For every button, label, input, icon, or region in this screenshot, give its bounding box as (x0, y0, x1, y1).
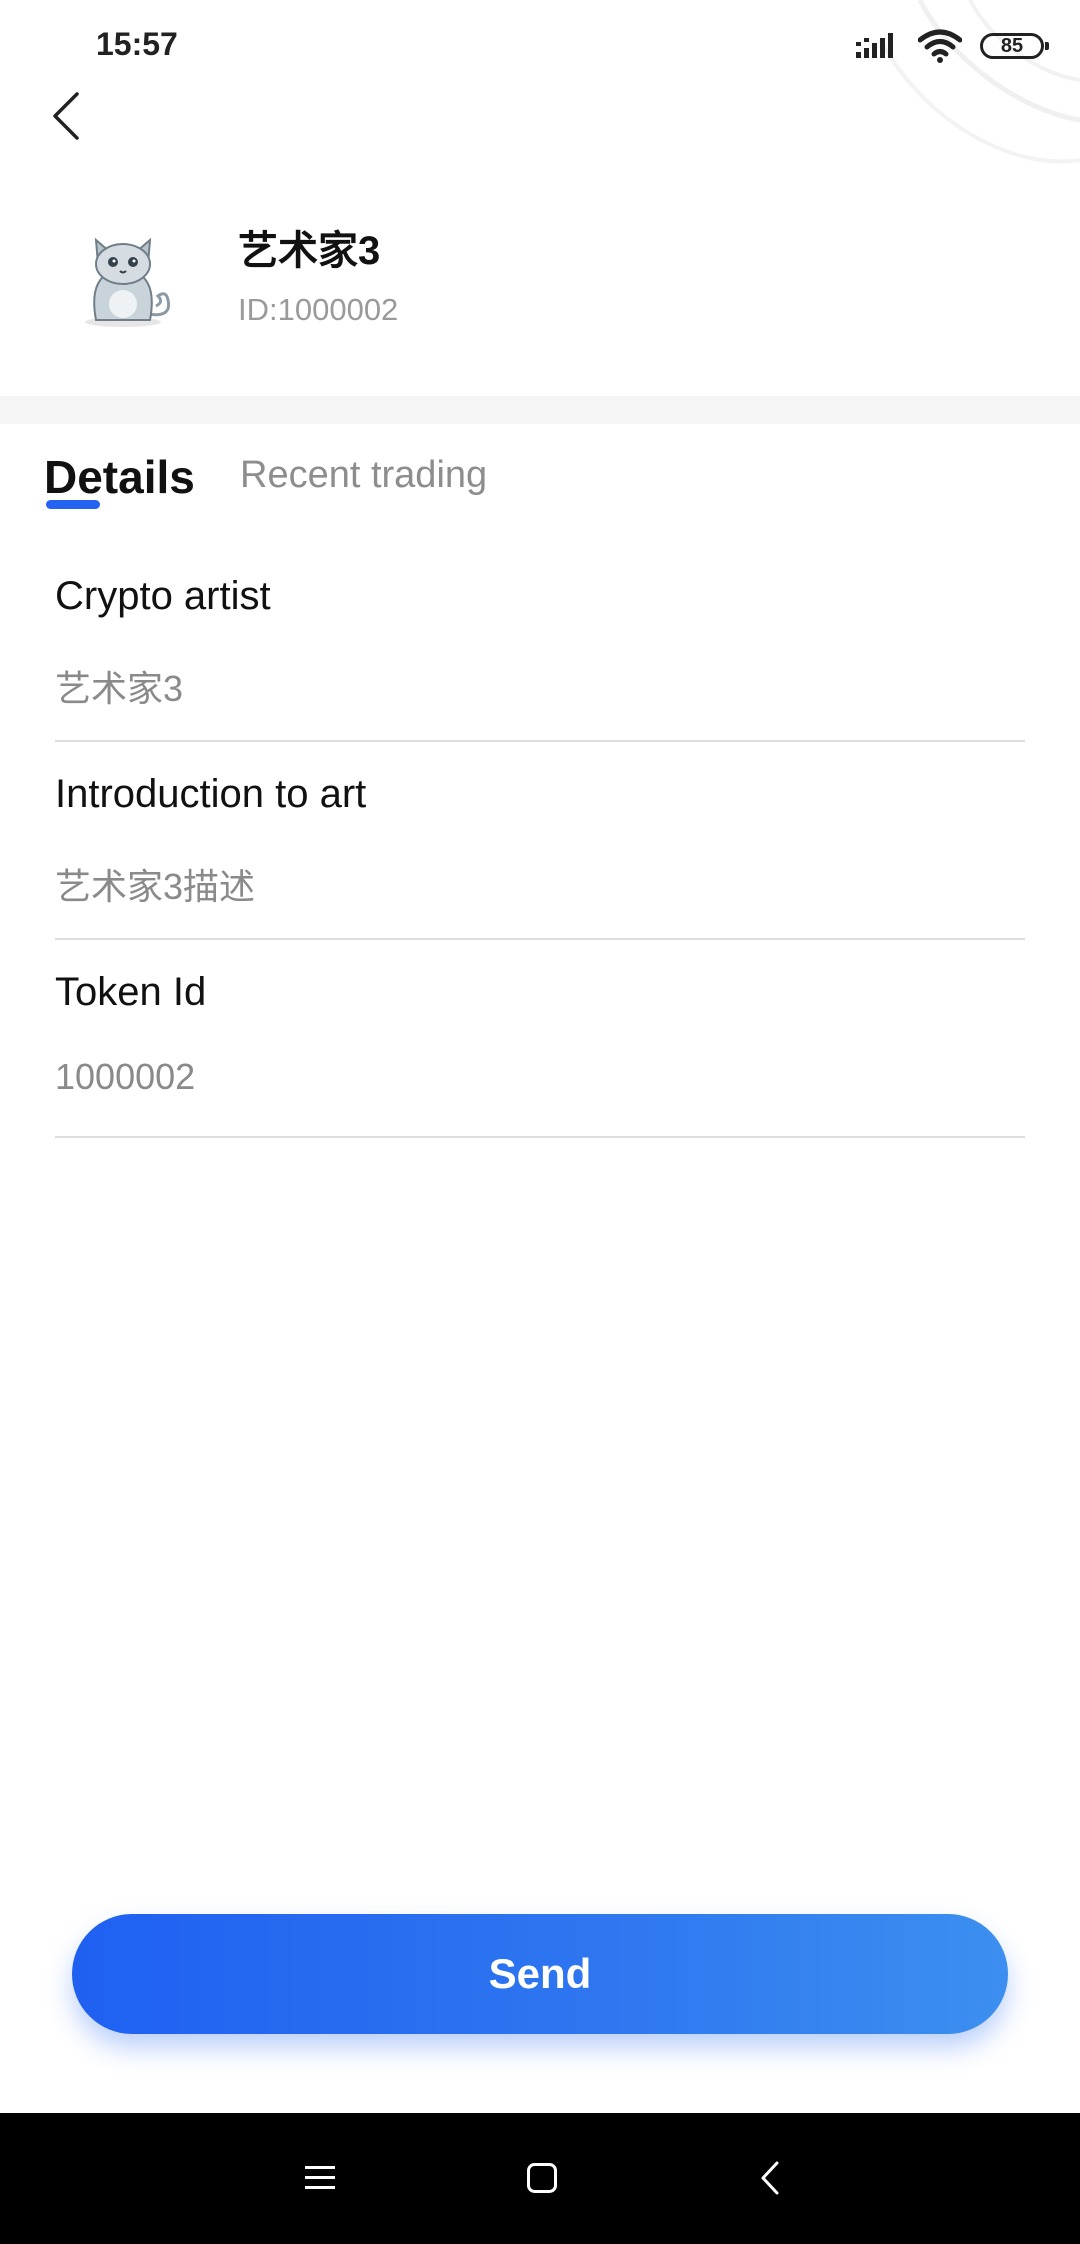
field-label: Crypto artist (55, 574, 271, 618)
field-token-id: Token Id 1000002 (55, 940, 1025, 1138)
home-square-icon (527, 2163, 557, 2193)
section-divider (0, 396, 1080, 424)
battery-icon: 85 (980, 33, 1049, 59)
system-navigation-bar (0, 2113, 1080, 2244)
signal-icon (856, 33, 893, 58)
nav-back-button[interactable] (740, 2153, 800, 2203)
artist-profile-header: 艺术家3 ID:1000002 (0, 190, 1080, 396)
status-icons: 85 (856, 26, 1049, 66)
back-triangle-icon (761, 2161, 779, 2195)
status-time: 15:57 (96, 26, 178, 62)
active-tab-indicator (46, 500, 100, 509)
send-button[interactable]: Send (72, 1914, 1008, 2034)
back-button[interactable] (42, 86, 90, 146)
artist-id: ID:1000002 (238, 292, 399, 327)
cat-avatar-icon (85, 237, 171, 327)
tab-details[interactable]: Details (44, 450, 195, 504)
status-bar: 15:57 85 (0, 0, 1080, 92)
tab-recent-trading[interactable]: Recent trading (240, 454, 487, 497)
artist-name: 艺术家3 (238, 229, 381, 273)
battery-level: 85 (1000, 35, 1024, 57)
nav-home-button[interactable] (512, 2153, 572, 2203)
chevron-left-icon (53, 92, 79, 140)
menu-icon (305, 2166, 335, 2189)
field-label: Introduction to art (55, 772, 367, 816)
field-value: 艺术家3 (55, 668, 184, 709)
field-crypto-artist: Crypto artist 艺术家3 (55, 544, 1025, 742)
field-value: 艺术家3描述 (55, 866, 256, 907)
artwork-detail-screen: 15:57 85 艺术家3 ID:1000002 Details Recent … (0, 0, 1080, 2244)
field-value: 1000002 (55, 1056, 196, 1097)
wifi-icon (918, 29, 962, 63)
field-label: Token Id (55, 970, 207, 1014)
tab-bar: Details Recent trading (0, 424, 1080, 524)
nav-menu-button[interactable] (290, 2153, 350, 2203)
field-introduction-to-art: Introduction to art 艺术家3描述 (55, 742, 1025, 940)
